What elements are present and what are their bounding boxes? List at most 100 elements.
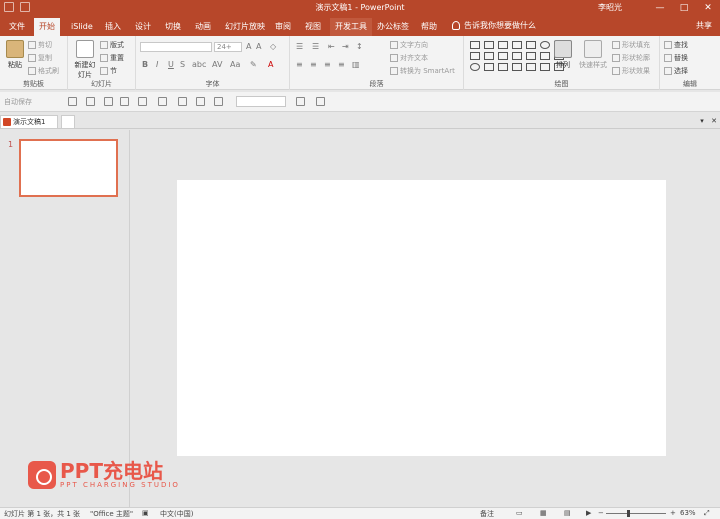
shape-fill-button[interactable]: 形状填充 (612, 40, 650, 50)
minimize-button[interactable]: — (648, 0, 672, 16)
qat-combo-box[interactable] (236, 96, 286, 107)
font-name-combo[interactable] (140, 42, 212, 52)
zoom-level[interactable]: 63% (680, 509, 696, 517)
grow-font-icon[interactable]: A (246, 42, 251, 51)
shape-triangle-icon[interactable] (484, 52, 494, 60)
new-tab-button[interactable] (61, 115, 75, 129)
slide-canvas[interactable] (177, 180, 666, 456)
font-size-combo[interactable]: 24+ (214, 42, 242, 52)
format-icon[interactable] (138, 97, 147, 106)
tab-transitions[interactable]: 切换 (160, 18, 186, 36)
select-button[interactable]: 选择 (664, 66, 688, 76)
pen-icon[interactable] (296, 97, 305, 106)
tab-home[interactable]: 开始 (34, 18, 60, 36)
shape-arrow-down-icon[interactable] (540, 52, 550, 60)
shape-effects-button[interactable]: 形状效果 (612, 66, 650, 76)
zoom-out-icon[interactable]: − (598, 509, 604, 517)
shadow-icon[interactable]: S (180, 60, 185, 69)
shape-rectangle-icon[interactable] (470, 52, 480, 60)
italic-icon[interactable]: I (156, 60, 158, 69)
close-icon[interactable]: ✕ (710, 117, 718, 125)
spacing-icon[interactable]: AV (212, 60, 222, 69)
smartart-button[interactable]: 转换为 SmartArt (390, 66, 455, 76)
tab-file[interactable]: 文件 (4, 18, 30, 36)
document-tab[interactable]: 演示文稿1 (0, 115, 58, 129)
shape-fill-icon[interactable] (178, 97, 187, 106)
slide-thumbnail[interactable] (19, 139, 118, 197)
paste-button[interactable]: 粘贴 (4, 40, 26, 70)
shapes-gallery[interactable] (470, 41, 565, 71)
shape-curve-icon[interactable] (512, 52, 522, 60)
tab-developer[interactable]: 开发工具 (330, 18, 372, 36)
close-button[interactable]: ✕ (696, 0, 720, 16)
brush-icon[interactable] (316, 97, 325, 106)
tab-office-tab[interactable]: 办公标签 (372, 18, 414, 36)
shape-oval-icon[interactable] (540, 41, 550, 49)
tab-help[interactable]: 帮助 (416, 18, 442, 36)
tab-view[interactable]: 视图 (300, 18, 326, 36)
clear-format-icon[interactable]: ◇ (270, 42, 276, 51)
align-center-icon[interactable]: ≡ (310, 60, 317, 69)
bold-icon[interactable]: B (142, 60, 148, 69)
shape-text-box-icon[interactable] (470, 41, 480, 49)
text-direction-button[interactable]: 文字方向 (390, 40, 428, 50)
shape-elbow-connector-icon[interactable] (498, 52, 508, 60)
format-painter-button[interactable]: 格式刷 (28, 66, 59, 76)
replace-button[interactable]: 替换 (664, 53, 688, 63)
reading-view-icon[interactable]: ▤ (564, 509, 571, 517)
maximize-button[interactable]: □ (672, 0, 696, 16)
change-case-icon[interactable]: Aa (230, 60, 240, 69)
indent-increase-icon[interactable]: ⇥ (342, 42, 349, 51)
tab-review[interactable]: 审阅 (270, 18, 296, 36)
highlight-icon[interactable]: ✎ (250, 60, 257, 69)
new-slide-button[interactable]: 新建幻灯片 (72, 40, 98, 80)
tab-insert[interactable]: 插入 (100, 18, 126, 36)
spellcheck-icon[interactable]: ▣ (142, 509, 149, 517)
shape-line-icon[interactable] (498, 41, 508, 49)
shape-line-icon[interactable] (512, 41, 522, 49)
align-left-icon[interactable]: ≡ (296, 60, 303, 69)
zoom-in-icon[interactable]: + (670, 509, 676, 517)
shape-bracket-icon[interactable] (540, 63, 550, 71)
numbering-icon[interactable]: ☰ (312, 42, 319, 51)
tab-design[interactable]: 设计 (130, 18, 156, 36)
tab-islide[interactable]: iSlide (66, 18, 98, 36)
redo-icon[interactable] (104, 97, 113, 106)
reset-button[interactable]: 重置 (100, 53, 124, 63)
shape-arrow-right-icon[interactable] (526, 52, 536, 60)
from-start-icon[interactable] (120, 97, 129, 106)
indent-decrease-icon[interactable]: ⇤ (328, 42, 335, 51)
shape-brace-icon[interactable] (512, 63, 522, 71)
slideshow-icon[interactable]: ▶ (586, 509, 591, 517)
bullets-icon[interactable]: ☰ (296, 42, 303, 51)
copy-button[interactable]: 复制 (28, 53, 52, 63)
notes-button[interactable]: 备注 (480, 509, 494, 519)
shape-effect-icon[interactable] (214, 97, 223, 106)
shape-oval-icon[interactable] (470, 63, 480, 71)
quick-styles-button[interactable]: 快速样式 (578, 40, 608, 70)
shape-rectangle-icon[interactable] (526, 41, 536, 49)
shape-outline-button[interactable]: 形状轮廓 (612, 53, 650, 63)
section-button[interactable]: 节 (100, 66, 117, 76)
layout-button[interactable]: 版式 (100, 40, 124, 50)
cut-button[interactable]: 剪切 (28, 40, 52, 50)
zoom-slider-thumb[interactable] (627, 510, 630, 517)
columns-icon[interactable]: ▥ (352, 60, 360, 69)
language[interactable]: 中文(中国) (160, 509, 193, 519)
tab-animations[interactable]: 动画 (190, 18, 216, 36)
tell-me-box[interactable]: 告诉我你想要做什么 (452, 20, 536, 31)
justify-icon[interactable]: ≡ (338, 60, 345, 69)
chevron-down-icon[interactable]: ▾ (698, 117, 706, 125)
save-icon[interactable] (68, 97, 77, 106)
tool-icon[interactable] (158, 97, 167, 106)
underline-icon[interactable]: U (168, 60, 174, 69)
shape-outline-icon[interactable] (196, 97, 205, 106)
shape-star-icon[interactable] (484, 63, 494, 71)
shape-brace-icon[interactable] (498, 63, 508, 71)
shape-bracket-icon[interactable] (526, 63, 536, 71)
align-right-icon[interactable]: ≡ (324, 60, 331, 69)
align-text-button[interactable]: 对齐文本 (390, 53, 428, 63)
undo-icon[interactable] (86, 97, 95, 106)
shape-text-box-vertical-icon[interactable] (484, 41, 494, 49)
strikethrough-icon[interactable]: abc (192, 60, 206, 69)
